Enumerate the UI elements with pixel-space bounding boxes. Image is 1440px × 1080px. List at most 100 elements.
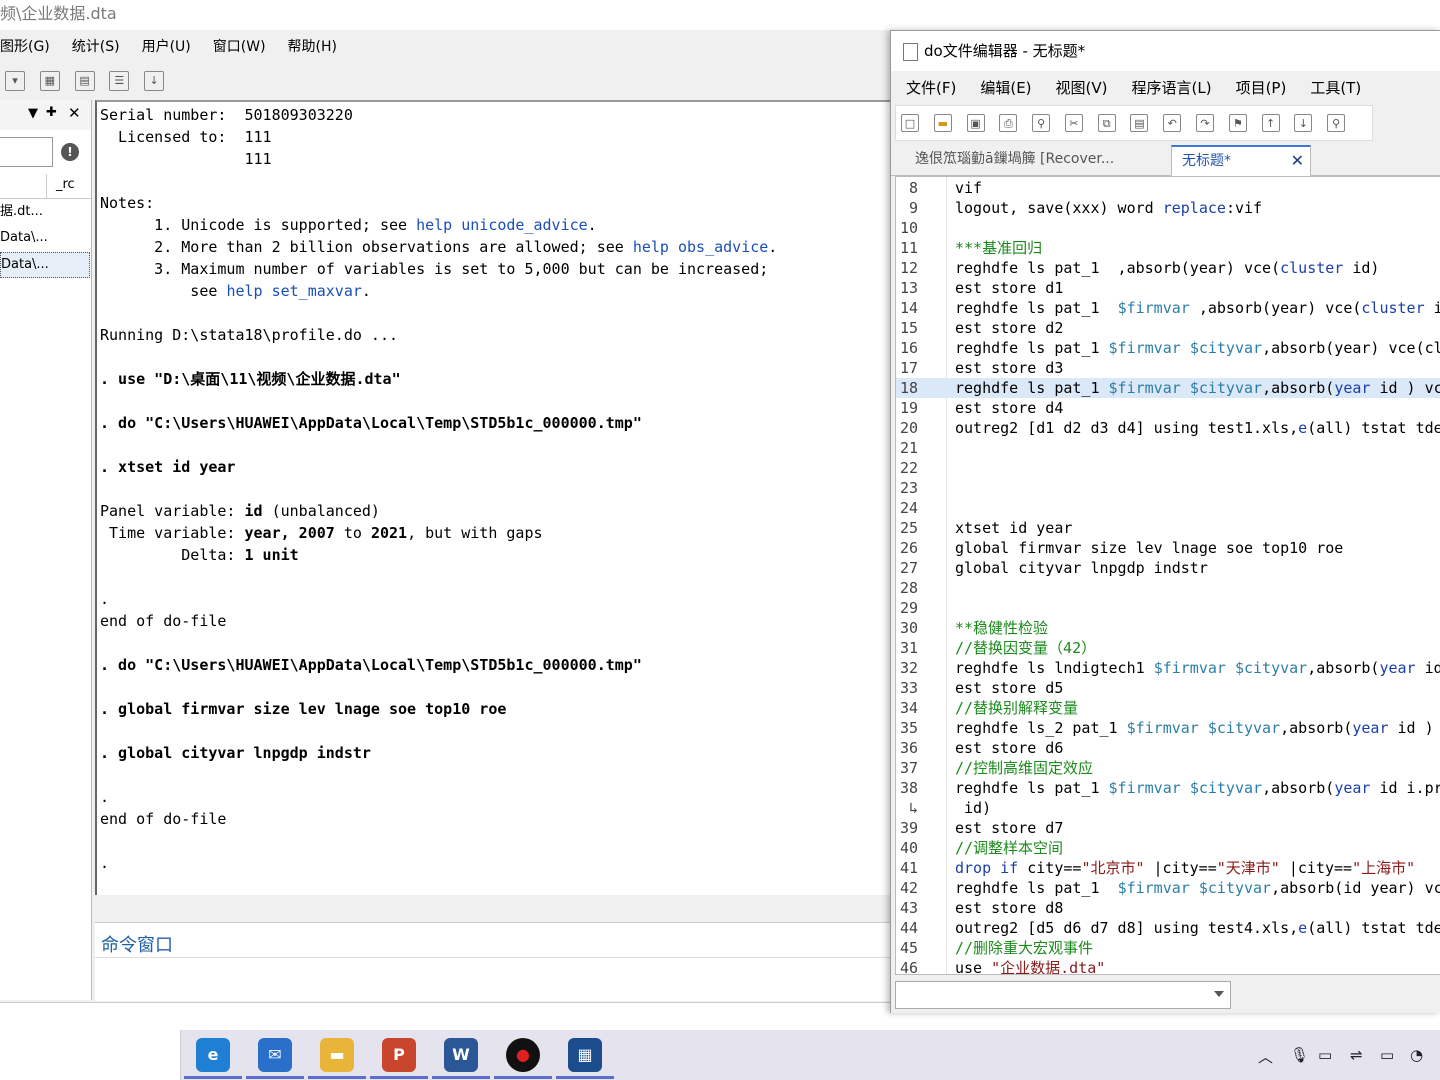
code-line[interactable]: 36 est store d6 xyxy=(896,738,1440,758)
print-icon[interactable]: ⎙ xyxy=(999,114,1018,132)
stata-icon[interactable]: ▦ xyxy=(568,1038,602,1072)
editor-menu-item[interactable]: 文件(F) xyxy=(906,75,956,101)
code-line[interactable]: 42 reghdfe ls pat_1 $firmvar $cityvar,abs… xyxy=(896,878,1440,898)
code-line[interactable]: 32 reghdfe ls lndigtech1 $firmvar $cityva… xyxy=(896,658,1440,678)
filter-icon[interactable]: ▼ xyxy=(28,106,38,121)
chevron-down-icon[interactable] xyxy=(1214,991,1224,997)
bookmark-next-icon[interactable]: ↓ xyxy=(1294,114,1313,132)
code-line[interactable]: 31 //替换因变量（42） xyxy=(896,638,1440,658)
menu-item[interactable]: 统计(S) xyxy=(72,32,120,62)
paste-icon[interactable]: ▤ xyxy=(1130,114,1149,132)
history-filter-input[interactable] xyxy=(0,137,53,167)
code-line[interactable]: 14 reghdfe ls pat_1 $firmvar ,absorb(year… xyxy=(896,298,1440,318)
undo-icon[interactable]: ↶ xyxy=(1163,114,1182,132)
display-icon[interactable]: ▭ xyxy=(1318,1046,1332,1064)
code-line[interactable]: 16 reghdfe ls pat_1 $firmvar $cityvar,abs… xyxy=(896,338,1440,358)
save-icon[interactable]: ▣ xyxy=(966,114,985,132)
code-line[interactable]: 44 outreg2 [d5 d6 d7 d8] using test4.xls,… xyxy=(896,918,1440,938)
data-editor-icon[interactable]: ▦ xyxy=(39,71,60,91)
menu-item[interactable]: 图形(G) xyxy=(0,32,50,62)
code-line[interactable]: 46 use "企业数据.dta" xyxy=(896,958,1440,974)
wifi-icon[interactable]: ◔ xyxy=(1410,1046,1423,1064)
code-line[interactable]: 28 xyxy=(896,578,1440,598)
help-link[interactable]: help unicode_advice xyxy=(416,216,588,234)
code-line[interactable]: 35 reghdfe ls_2 pat_1 $firmvar $cityvar,a… xyxy=(896,718,1440,738)
code-line[interactable]: 19 est store d4 xyxy=(896,398,1440,418)
open-folder-icon[interactable]: ▬ xyxy=(933,114,952,132)
recorder-icon[interactable]: ● xyxy=(506,1038,540,1072)
more-icon[interactable]: ↓ xyxy=(144,71,165,91)
history-item[interactable]: Data\... xyxy=(0,252,90,278)
code-line[interactable]: 45 //删除重大宏观事件 xyxy=(896,938,1440,958)
code-line[interactable]: 21 xyxy=(896,438,1440,458)
code-line[interactable]: 22 xyxy=(896,458,1440,478)
code-line[interactable]: 9 logout, save(xxx) word replace:vif xyxy=(896,198,1440,218)
battery-icon[interactable]: ▭ xyxy=(1380,1046,1394,1064)
cut-icon[interactable]: ✂ xyxy=(1064,114,1083,132)
code-line[interactable]: 23 xyxy=(896,478,1440,498)
word-icon[interactable]: W xyxy=(444,1038,478,1072)
code-line[interactable]: 18 reghdfe ls pat_1 $firmvar $cityvar,abs… xyxy=(896,378,1440,398)
tab-untitled[interactable]: 无标题* ✕ xyxy=(1171,145,1311,177)
close-icon[interactable]: ✕ xyxy=(68,104,81,122)
code-line[interactable]: 30 **稳健性检验 xyxy=(896,618,1440,638)
taskbar-search[interactable] xyxy=(0,1030,181,1080)
code-line[interactable]: 13 est store d1 xyxy=(896,278,1440,298)
menu-item[interactable]: 帮助(H) xyxy=(288,32,337,62)
menu-item[interactable]: 窗口(W) xyxy=(213,32,266,62)
code-line[interactable]: 33 est store d5 xyxy=(896,678,1440,698)
editor-menu-item[interactable]: 程序语言(L) xyxy=(1132,75,1212,101)
code-line[interactable]: 37 //控制高维固定效应 xyxy=(896,758,1440,778)
editor-menu-item[interactable]: 工具(T) xyxy=(1310,75,1361,101)
data-browser-icon[interactable]: ▤ xyxy=(74,71,95,91)
mail-icon[interactable]: ✉ xyxy=(258,1038,292,1072)
close-tab-icon[interactable]: ✕ xyxy=(1291,147,1304,175)
dropdown-icon[interactable]: ▾ xyxy=(5,71,25,91)
settings-icon[interactable]: ⇌ xyxy=(1350,1046,1363,1064)
command-window[interactable]: 命令窗口 xyxy=(95,922,891,1001)
edge-icon[interactable]: e xyxy=(196,1038,230,1072)
powerpoint-icon[interactable]: P xyxy=(382,1038,416,1072)
menu-item[interactable]: 用户(U) xyxy=(142,32,191,62)
code-line[interactable]: 15 est store d2 xyxy=(896,318,1440,338)
pin-icon[interactable]: ✚ xyxy=(46,105,57,120)
code-line[interactable]: 29 xyxy=(896,598,1440,618)
new-file-icon[interactable]: □ xyxy=(901,114,919,132)
code-line[interactable]: 10 xyxy=(896,218,1440,238)
code-line[interactable]: 38 reghdfe ls pat_1 $firmvar $cityvar,abs… xyxy=(896,778,1440,798)
code-line[interactable]: 20 outreg2 [d1 d2 d3 d4] using test1.xls,… xyxy=(896,418,1440,438)
editor-menu-item[interactable]: 项目(P) xyxy=(1236,75,1287,101)
code-line[interactable]: 43 est store d8 xyxy=(896,898,1440,918)
editor-combo-box[interactable] xyxy=(895,981,1231,1009)
find-icon[interactable]: ⚲ xyxy=(1032,114,1051,132)
copy-icon[interactable]: ⧉ xyxy=(1097,114,1116,132)
code-line[interactable]: 39 est store d7 xyxy=(896,818,1440,838)
file-explorer-icon[interactable]: ▬ xyxy=(320,1038,354,1072)
tab-recovered[interactable]: 逸佷笟瑙勭ā鏁堝簲 [Recover... xyxy=(905,145,1181,173)
redo-icon[interactable]: ↷ xyxy=(1196,114,1215,132)
help-link[interactable]: help obs_advice xyxy=(633,238,768,256)
bookmark-toggle-icon[interactable]: ⚑ xyxy=(1228,114,1247,132)
code-line[interactable]: 17 est store d3 xyxy=(896,358,1440,378)
microphone-icon[interactable]: 🎙 xyxy=(1290,1046,1309,1064)
help-link[interactable]: help set_maxvar xyxy=(226,282,361,300)
code-line[interactable]: 26 global firmvar size lev lnage soe top1… xyxy=(896,538,1440,558)
show-syntax-icon[interactable]: ⚲ xyxy=(1327,114,1346,132)
code-line[interactable]: 41 drop if city=="北京市" |city=="天津市" |city… xyxy=(896,858,1440,878)
code-line[interactable]: 40 //调整样本空间 xyxy=(896,838,1440,858)
code-area[interactable]: 8 vif 9 logout, save(xxx) word replace:vif 1… xyxy=(895,176,1440,975)
editor-menu-item[interactable]: 编辑(E) xyxy=(980,75,1031,101)
code-line[interactable]: ↳ id) xyxy=(896,798,1440,818)
code-line[interactable]: 12 reghdfe ls pat_1 ,absorb(year) vce(clu… xyxy=(896,258,1440,278)
history-item[interactable]: 据.dt... xyxy=(0,200,88,224)
warning-icon[interactable]: ! xyxy=(61,143,79,161)
variables-manager-icon[interactable]: ☰ xyxy=(109,71,130,91)
bookmark-prev-icon[interactable]: ↑ xyxy=(1261,114,1280,132)
editor-menu-item[interactable]: 视图(V) xyxy=(1056,75,1108,101)
code-line[interactable]: 25 xtset id year xyxy=(896,518,1440,538)
chevron-up-icon[interactable]: ︿ xyxy=(1258,1046,1273,1067)
code-line[interactable]: 27 global cityvar lnpgdp indstr xyxy=(896,558,1440,578)
code-line[interactable]: 24 xyxy=(896,498,1440,518)
code-line[interactable]: 11 ***基准回归 xyxy=(896,238,1440,258)
history-item[interactable]: Data\... xyxy=(0,226,88,250)
